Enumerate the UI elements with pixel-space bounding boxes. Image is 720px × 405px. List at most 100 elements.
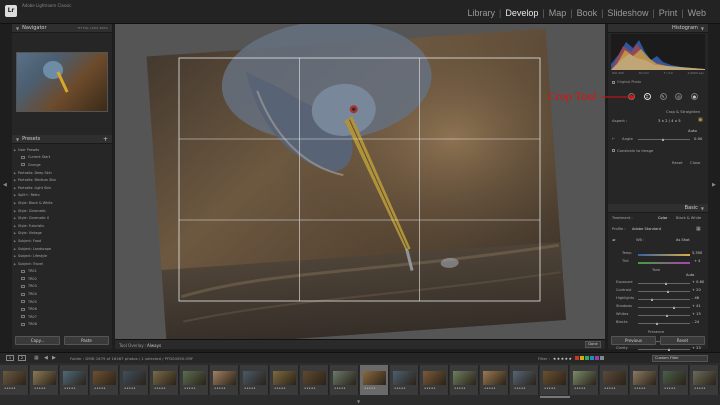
- rating-stars[interactable]: ★★★★★: [484, 387, 496, 390]
- rating-stars[interactable]: ★★★★★: [544, 387, 556, 390]
- image-canvas[interactable]: [115, 24, 605, 339]
- slider-track[interactable]: [638, 307, 690, 308]
- filmstrip-thumbnail[interactable]: ★★★★★: [90, 365, 119, 395]
- slider-knob[interactable]: [666, 314, 669, 317]
- color-label-swatch[interactable]: [600, 356, 605, 360]
- slider-knob[interactable]: [650, 298, 653, 301]
- navigator-zoom-options[interactable]: FIT FILL 100% 300%: [78, 26, 108, 30]
- filmstrip-thumbnail[interactable]: ★★★★★: [0, 365, 29, 395]
- collapse-right-panel-icon[interactable]: ▶: [712, 182, 716, 188]
- copy-button[interactable]: Copy...: [15, 336, 60, 345]
- crop-reset-button[interactable]: Reset: [672, 160, 683, 165]
- filmstrip-thumbnail[interactable]: ★★★★★: [540, 365, 569, 395]
- rating-stars[interactable]: ★★★★★: [64, 387, 76, 390]
- slider-value[interactable]: + 15: [692, 312, 701, 316]
- wb-select[interactable]: As Shot: [676, 238, 690, 242]
- rating-stars[interactable]: ★★★★★: [694, 387, 706, 390]
- slider-knob[interactable]: [667, 290, 670, 293]
- filmstrip-thumbnail[interactable]: ★★★★★: [510, 365, 539, 395]
- custom-filter-select[interactable]: Custom Filter: [652, 355, 708, 362]
- second-screen-button[interactable]: 2: [18, 355, 26, 361]
- rating-stars[interactable]: ★★★★★: [214, 387, 226, 390]
- preset-item[interactable]: TR08: [12, 321, 112, 329]
- filmstrip-thumbnail[interactable]: ★★★★★: [330, 365, 359, 395]
- temp-value[interactable]: 5,350: [692, 251, 702, 255]
- rating-stars[interactable]: ★★★★★: [124, 387, 136, 390]
- reset-button[interactable]: Reset: [660, 336, 705, 345]
- module-web[interactable]: Web: [688, 8, 706, 18]
- rating-stars[interactable]: ★★★★★: [244, 387, 256, 390]
- filmstrip-thumbnail[interactable]: ★★★★★: [150, 365, 179, 395]
- slider-value[interactable]: + 0.60: [692, 280, 704, 284]
- rating-stars[interactable]: ★★★★★: [184, 387, 196, 390]
- profile-select[interactable]: Adobe Standard: [632, 227, 661, 231]
- slider-knob[interactable]: [668, 348, 671, 351]
- slider-knob[interactable]: [664, 282, 667, 285]
- preset-folder[interactable]: ▶ Subject: Travel: [12, 260, 112, 268]
- filmstrip-thumbnail[interactable]: ★★★★★: [210, 365, 239, 395]
- slider-track[interactable]: [638, 299, 690, 300]
- preset-item[interactable]: TR02: [12, 275, 112, 283]
- preset-folder[interactable]: ▶ Style: Cinematic: [12, 207, 112, 215]
- mask-tool-icon[interactable]: ●: [691, 93, 698, 100]
- navigator-preview[interactable]: [16, 52, 108, 112]
- filmstrip-thumbnail[interactable]: ★★★★★: [480, 365, 509, 395]
- preset-folder[interactable]: ▶ Subject: Landscape: [12, 245, 112, 253]
- filmstrip-thumbnail[interactable]: ★★★★★: [240, 365, 269, 395]
- preset-folder[interactable]: ▶ Style: Cinematic II: [12, 214, 112, 222]
- rating-stars[interactable]: ★★★★★: [304, 387, 316, 390]
- color-label-swatch[interactable]: [590, 356, 595, 360]
- filmstrip-thumbnail[interactable]: ★★★★★: [570, 365, 599, 395]
- collapse-bottom-panel-icon[interactable]: ▼: [357, 399, 360, 404]
- filmstrip-scrollbar[interactable]: [540, 396, 570, 398]
- angle-slider-knob[interactable]: [662, 138, 665, 141]
- slider-value[interactable]: - 46: [692, 296, 699, 300]
- rating-stars[interactable]: ★★★★★: [514, 387, 526, 390]
- tool-overlay-select[interactable]: Always: [147, 343, 161, 348]
- aspect-select[interactable]: 3 x 2 / 4 x 5: [658, 118, 681, 123]
- slider-track[interactable]: [638, 315, 690, 316]
- constrain-to-image[interactable]: Constrain to Image: [612, 148, 653, 153]
- presets-header[interactable]: ▼ Presets +: [12, 135, 112, 144]
- rating-stars[interactable]: ★★★★★: [334, 387, 346, 390]
- filmstrip-thumbnail[interactable]: ★★★★★: [60, 365, 89, 395]
- rating-stars[interactable]: ★★★★★: [34, 387, 46, 390]
- preset-folder[interactable]: ▶ Style: Vintage: [12, 230, 112, 238]
- auto-button[interactable]: Auto: [688, 128, 697, 133]
- collapse-left-panel-icon[interactable]: ◀: [3, 182, 7, 188]
- preset-item[interactable]: Current Start: [12, 154, 112, 162]
- color-label-swatch[interactable]: [580, 356, 585, 360]
- forward-icon[interactable]: ▶: [52, 355, 56, 361]
- preset-item[interactable]: TR06: [12, 305, 112, 313]
- rating-stars[interactable]: ★★★★★: [574, 387, 586, 390]
- treatment-color[interactable]: Color: [658, 216, 667, 220]
- main-screen-button[interactable]: 1: [6, 355, 14, 361]
- preset-folder[interactable]: ▶ Style: Black & White: [12, 199, 112, 207]
- rating-stars[interactable]: ★★★★★: [604, 387, 616, 390]
- filmstrip-thumbnail[interactable]: ★★★★★: [660, 365, 689, 395]
- eyedropper-icon[interactable]: ✒: [612, 238, 616, 244]
- filmstrip-thumbnail[interactable]: ★★★★★: [360, 365, 389, 395]
- slider-value[interactable]: + 41: [692, 304, 701, 308]
- lock-icon[interactable]: ▣: [698, 117, 703, 123]
- tint-slider-track[interactable]: [638, 262, 690, 264]
- rating-stars[interactable]: ★★★★★: [154, 387, 166, 390]
- slider-value[interactable]: + 23: [692, 346, 701, 350]
- original-photo-toggle[interactable]: Original Photo: [612, 80, 641, 84]
- preset-folder[interactable]: ▶ Split+: Retro: [12, 192, 112, 200]
- preset-folder[interactable]: ▶ Subject: Food: [12, 237, 112, 245]
- rating-stars[interactable]: ★★★★★: [364, 387, 376, 390]
- module-map[interactable]: Map: [549, 8, 567, 18]
- photo-with-crop-overlay[interactable]: [115, 24, 605, 339]
- redeye-tool-icon[interactable]: ◎: [675, 93, 683, 100]
- crop-tool-icon[interactable]: ⌗: [643, 93, 651, 100]
- rating-stars[interactable]: ★★★★★: [454, 387, 466, 390]
- preset-item[interactable]: TR05: [12, 298, 112, 306]
- done-button[interactable]: Done: [585, 341, 601, 348]
- slider-knob[interactable]: [655, 322, 658, 325]
- previous-button[interactable]: Previous: [611, 336, 656, 345]
- rating-stars[interactable]: ★★★★★: [634, 387, 646, 390]
- preset-item[interactable]: Grunge: [12, 161, 112, 169]
- preset-folder[interactable]: ▶ Style: Futuristic: [12, 222, 112, 230]
- preset-item[interactable]: TR04: [12, 290, 112, 298]
